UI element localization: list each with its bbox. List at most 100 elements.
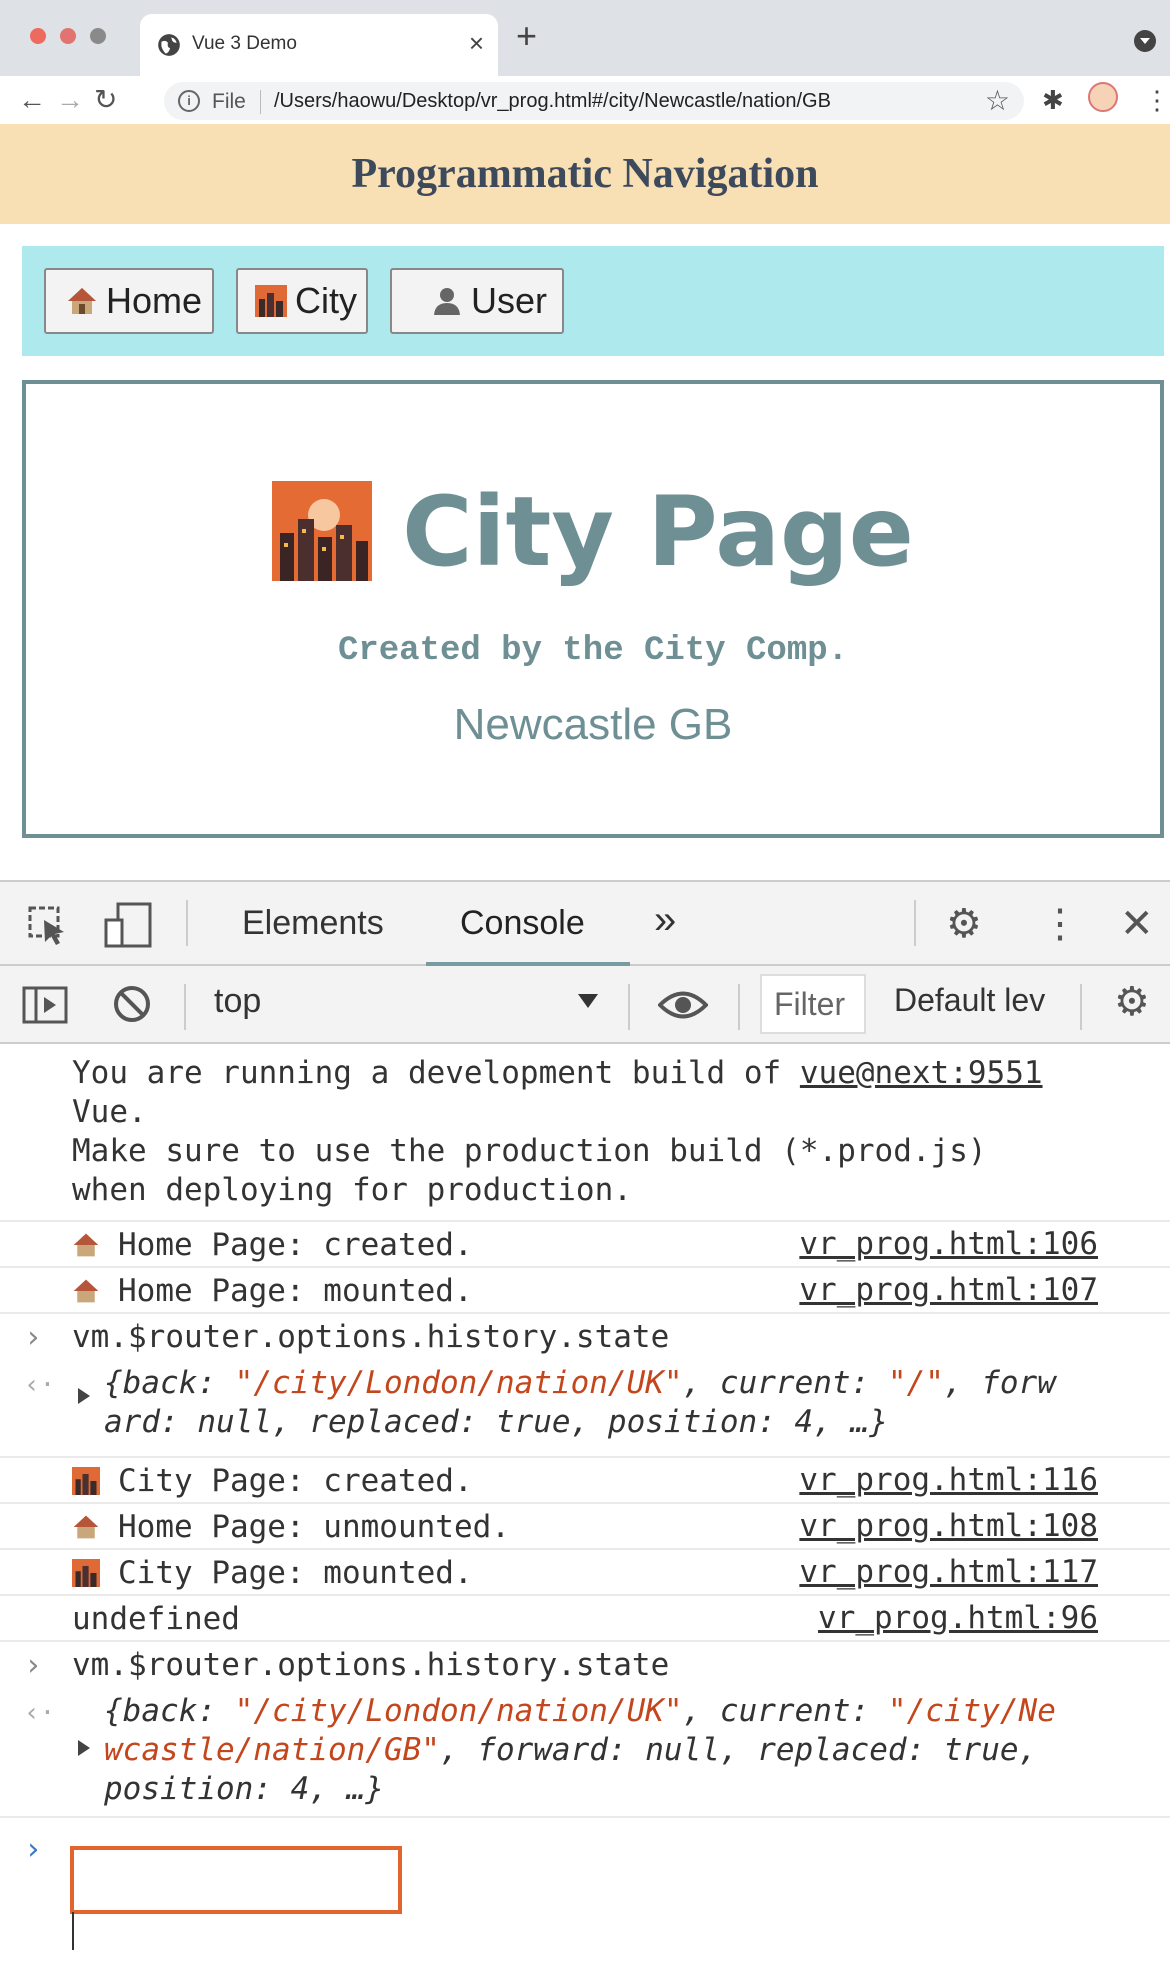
devtools-separator — [914, 900, 916, 946]
sidebar-toggle-icon[interactable] — [22, 986, 68, 1024]
city-icon — [255, 285, 287, 317]
house-icon — [67, 288, 96, 314]
expand-triangle-icon[interactable] — [78, 1388, 90, 1404]
tab-elements[interactable]: Elements — [242, 904, 384, 943]
city-page-heading: City Page — [26, 476, 1160, 588]
globe-icon — [158, 34, 180, 56]
result-string: "/city/London/nation/UK" — [234, 1365, 683, 1401]
city-icon — [72, 1467, 100, 1495]
browser-toolbar: ← → ↻ i File /Users/haowu/Desktop/vr_pro… — [0, 76, 1170, 124]
nav-city-label: City — [295, 280, 357, 321]
browser-tab[interactable]: Vue 3 Demo × — [140, 14, 498, 76]
return-arrow-icon: ‹· — [24, 1698, 56, 1728]
log-source-link[interactable]: vr_prog.html:116 — [799, 1462, 1098, 1498]
log-entry: undefined vr_prog.html:96 — [0, 1596, 1170, 1642]
new-tab-button[interactable]: + — [516, 16, 537, 56]
nav-city-button[interactable]: City — [236, 268, 368, 334]
context-selector[interactable]: top — [214, 982, 261, 1021]
warning-text: when deploying for production. — [72, 1172, 632, 1208]
eye-icon[interactable] — [658, 988, 708, 1022]
url-text[interactable]: /Users/haowu/Desktop/vr_prog.html#/city/… — [274, 90, 831, 113]
nav-user-label: User — [470, 280, 547, 321]
more-options-icon[interactable]: ⋮ — [1040, 902, 1080, 946]
log-source-link[interactable]: vr_prog.html:107 — [799, 1272, 1098, 1308]
forward-arrow-icon[interactable]: → — [56, 82, 84, 118]
log-entry: City Page: created. vr_prog.html:116 — [0, 1458, 1170, 1504]
page-header: Programmatic Navigation — [0, 124, 1170, 224]
created-by-text: Created by the City Comp. — [337, 632, 849, 670]
result-string: "/city/London/nation/UK" — [234, 1693, 683, 1729]
chrome-menu-icon[interactable]: ⋮ — [1144, 86, 1170, 114]
result-string: "/" — [887, 1365, 944, 1401]
console-output: You are running a development build of v… — [0, 1044, 1170, 1962]
prompt-chevron-icon: › — [24, 1832, 43, 1867]
nav-home-button[interactable]: Home — [44, 268, 214, 334]
result-text: {back: — [104, 1365, 235, 1401]
house-icon — [73, 1233, 99, 1257]
more-tabs-button[interactable]: » — [654, 898, 676, 943]
warning-text: You are running a development build of — [72, 1055, 800, 1091]
console-result-entry: ‹· {back: "/city/London/nation/UK", curr… — [0, 1360, 1170, 1458]
nav-bar: Home City User — [22, 246, 1164, 356]
toolbar-separator — [1080, 984, 1082, 1030]
settings-gear-icon[interactable]: ⚙ — [946, 902, 982, 946]
log-source-link[interactable]: vr_prog.html:117 — [799, 1554, 1098, 1590]
chevron-down-icon[interactable] — [578, 994, 598, 1008]
device-toolbar-icon[interactable] — [104, 902, 154, 948]
result-string: wcastle/nation/GB" — [104, 1732, 440, 1768]
close-window-button[interactable] — [30, 28, 46, 44]
console-input-text: vm.$router.options.history.state — [72, 1319, 670, 1355]
log-entry: Home Page: mounted. vr_prog.html:107 — [0, 1268, 1170, 1314]
address-bar[interactable]: i File /Users/haowu/Desktop/vr_prog.html… — [164, 82, 1024, 120]
log-level-select[interactable]: Default lev — [894, 982, 1060, 1019]
reload-icon[interactable]: ↻ — [94, 82, 117, 118]
log-source-link[interactable]: vr_prog.html:106 — [799, 1226, 1098, 1262]
log-text: Home Page: unmounted. — [118, 1509, 510, 1545]
inspect-element-icon[interactable] — [28, 906, 68, 946]
tab-title: Vue 3 Demo — [192, 33, 297, 54]
nav-user-button[interactable]: User — [390, 268, 564, 334]
tab-close-button[interactable]: × — [469, 28, 484, 58]
page-title: Programmatic Navigation — [351, 151, 819, 197]
toolbar-separator — [184, 984, 186, 1030]
url-scheme-label: File — [212, 90, 246, 113]
profile-avatar[interactable] — [1088, 82, 1118, 112]
devtools-separator — [186, 900, 188, 946]
console-settings-gear-icon[interactable]: ⚙ — [1114, 980, 1150, 1024]
extensions-puzzle-icon[interactable]: ✱ — [1042, 86, 1064, 114]
user-icon — [433, 288, 460, 315]
toolbar-separator — [738, 984, 740, 1030]
tab-console[interactable]: Console — [460, 904, 585, 943]
console-input-text: vm.$router.options.history.state — [72, 1647, 670, 1683]
result-text: , forw — [943, 1365, 1056, 1401]
vue-dev-warning: You are running a development build of v… — [0, 1044, 1170, 1222]
city-page-panel: City Page Created by the City Comp. Newc… — [22, 380, 1164, 838]
city-icon — [72, 1559, 100, 1587]
log-source-link[interactable]: vr_prog.html:108 — [799, 1508, 1098, 1544]
info-icon[interactable]: i — [178, 90, 200, 112]
bookmark-star-icon[interactable]: ☆ — [985, 84, 1010, 117]
house-icon — [73, 1279, 99, 1303]
city-page-title: City Page — [402, 476, 914, 588]
back-arrow-icon[interactable]: ← — [18, 82, 46, 118]
clear-console-icon[interactable] — [112, 984, 152, 1024]
address-separator — [260, 90, 261, 114]
annotation-highlight-box — [70, 1846, 402, 1914]
tab-search-icon[interactable] — [1134, 30, 1156, 52]
close-devtools-icon[interactable]: ✕ — [1120, 902, 1154, 946]
result-string: "/city/Ne — [887, 1693, 1056, 1729]
expand-triangle-icon[interactable] — [78, 1740, 90, 1756]
log-source-link[interactable]: vr_prog.html:96 — [818, 1600, 1098, 1636]
console-toolbar: top Filter Default lev ⚙ — [0, 966, 1170, 1044]
result-text: position: 4, …} — [104, 1771, 384, 1807]
console-result-entry: ‹· {back: "/city/London/nation/UK", curr… — [0, 1688, 1170, 1818]
minimize-window-button[interactable] — [60, 28, 76, 44]
prompt-chevron-icon: › — [24, 1648, 43, 1683]
zoom-window-button[interactable] — [90, 28, 106, 44]
warning-source-link[interactable]: vue@next:9551 — [800, 1055, 1043, 1091]
result-text: ard: null, replaced: true, position: 4, … — [104, 1404, 888, 1440]
log-entry: City Page: mounted. vr_prog.html:117 — [0, 1550, 1170, 1596]
console-filter-input[interactable]: Filter — [760, 974, 866, 1034]
console-input-entry: › vm.$router.options.history.state — [0, 1642, 1170, 1688]
return-arrow-icon: ‹· — [24, 1370, 56, 1400]
